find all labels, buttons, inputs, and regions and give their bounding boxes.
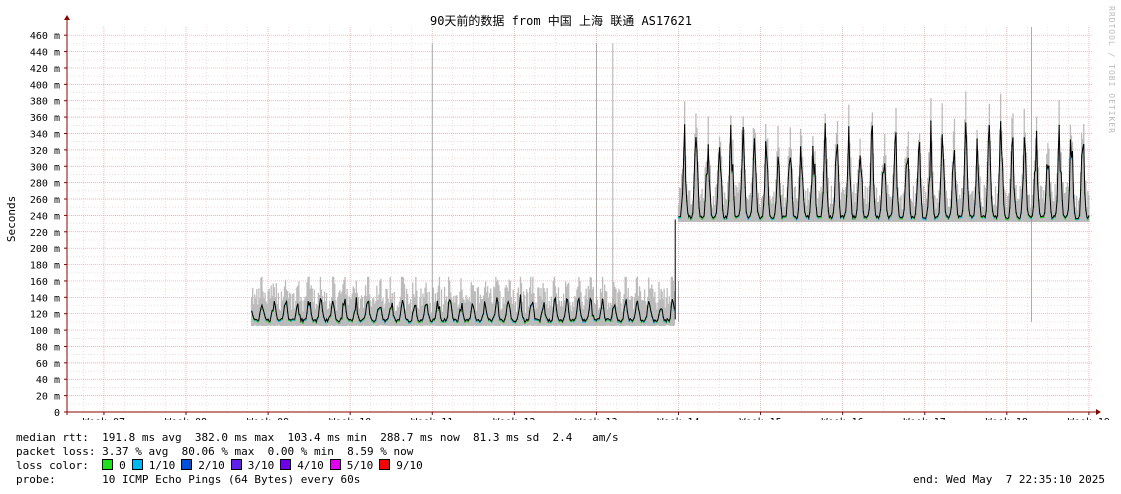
y-tick-label: 40 m	[36, 375, 60, 386]
y-tick-labels: 0 20 m 40 m 60 m 80 m 100 m 120 m 140 m 160 m 180…	[30, 31, 67, 419]
loss-color-item: 5/10	[329, 459, 374, 472]
x-tick-labels: Week 07 Week 08 Week 09 Week 10 Week 11 Week …	[83, 412, 1110, 420]
loss-color-swatch	[181, 459, 193, 470]
loss-color-item-label: 2/10	[198, 459, 225, 472]
x-tick-label: Week 07	[83, 417, 125, 420]
x-tick-label: Week 13	[575, 417, 617, 420]
y-tick-label: 220 m	[30, 228, 60, 239]
watermark: RRDTOOL / TOBI OETIKER	[1107, 6, 1116, 134]
end-time: end: Wed May 7 22:35:10 2025	[912, 473, 1105, 486]
loss-color-label: loss color:	[16, 459, 89, 472]
y-tick-label: 0	[54, 408, 60, 419]
y-tick-label: 400 m	[30, 80, 60, 91]
x-tick-label: Week 18	[986, 417, 1028, 420]
x-tick-label: Week 10	[329, 417, 371, 420]
probe-label: probe:	[16, 473, 56, 486]
x-tick-label: Week 08	[165, 417, 207, 420]
x-tick-label: Week 15	[739, 417, 781, 420]
y-tick-label: 380 m	[30, 97, 60, 108]
probe-row: probe: 10 ICMP Echo Pings (64 Bytes) eve…	[16, 473, 360, 487]
latency-chart: 90天前的数据 from 中国 上海 联通 AS17621 Seconds 0 2…	[5, 13, 1110, 420]
y-tick-label: 440 m	[30, 48, 60, 59]
y-tick-label: 360 m	[30, 113, 60, 124]
y-tick-label: 80 m	[36, 342, 60, 353]
loss-color-item-label: 3/10	[247, 459, 275, 472]
median-rtt-values: 191.8 ms avg 382.0 ms max 103.4 ms min 2…	[102, 431, 619, 444]
loss-color-item: 4/10	[280, 459, 324, 472]
loss-color-item: 0	[102, 459, 126, 472]
median-rtt-row: median rtt: 191.8 ms avg 382.0 ms max 10…	[16, 431, 619, 445]
x-axis-arrow	[1096, 409, 1101, 415]
x-tick-label: Week 09	[247, 417, 289, 420]
y-tick-label: 100 m	[30, 326, 60, 337]
x-tick-label: Week 17	[904, 417, 946, 420]
y-tick-label: 180 m	[30, 261, 60, 272]
y-tick-label: 420 m	[30, 64, 60, 75]
loss-color-item-label: 0	[119, 459, 126, 472]
loss-mark	[308, 305, 310, 308]
y-tick-label: 200 m	[30, 244, 60, 255]
chart-title: 90天前的数据 from 中国 上海 联通 AS17621	[430, 13, 692, 28]
y-tick-label: 320 m	[30, 146, 60, 157]
y-tick-label: 460 m	[30, 31, 60, 42]
loss-color-item-label: 4/10	[297, 459, 324, 472]
y-tick-label: 300 m	[30, 162, 60, 173]
loss-color-swatch	[329, 459, 341, 470]
probe-text: 10 ICMP Echo Pings (64 Bytes) every 60s	[102, 473, 361, 486]
loss-mark	[813, 175, 815, 177]
y-tick-label: 60 m	[36, 359, 60, 370]
loss-color-swatch	[379, 459, 391, 470]
loss-mark	[437, 309, 440, 311]
x-tick-label: Week 19	[1068, 417, 1110, 420]
y-axis-label: Seconds	[5, 196, 18, 242]
x-tick-label: Week 16	[822, 417, 864, 420]
loss-color-item-label: 1/10	[148, 459, 176, 472]
y-tick-label: 20 m	[36, 392, 60, 403]
loss-color-item: 2/10	[181, 459, 225, 472]
y-tick-label: 160 m	[30, 277, 60, 288]
loss-mark	[731, 171, 733, 174]
y-tick-label: 240 m	[30, 211, 60, 222]
loss-color-item: 1/10	[131, 459, 176, 472]
y-tick-label: 140 m	[30, 293, 60, 304]
x-tick-label: Week 14	[657, 417, 699, 420]
loss-mark	[1070, 157, 1073, 160]
packet-loss-label: packet loss:	[16, 445, 96, 458]
y-tick-label: 280 m	[30, 179, 60, 190]
packet-loss-row: packet loss: 3.37 % avg 80.06 % max 0.00…	[16, 445, 413, 459]
y-tick-label: 120 m	[30, 310, 60, 321]
loss-color-item-label: 9/10	[396, 459, 423, 472]
median-rtt-label: median rtt:	[16, 431, 89, 444]
x-tick-label: Week 11	[411, 417, 453, 420]
loss-color-items: 0 1/10 2/10 3/10 4/10 5/10 9/10	[102, 459, 429, 472]
packet-loss-values: 3.37 % avg 80.06 % max 0.00 % min 8.59 %…	[102, 445, 414, 458]
loss-color-swatch	[230, 459, 242, 470]
loss-color-item-label: 5/10	[346, 459, 374, 472]
loss-color-item: 9/10	[379, 459, 423, 472]
y-tick-label: 340 m	[30, 129, 60, 140]
loss-color-item: 3/10	[230, 459, 275, 472]
y-tick-label: 260 m	[30, 195, 60, 206]
y-axis-arrow	[64, 15, 70, 20]
loss-color-swatch	[280, 459, 292, 470]
loss-color-swatch	[131, 459, 143, 470]
loss-color-swatch	[102, 459, 114, 470]
x-tick-label: Week 12	[493, 417, 535, 420]
loss-color-row: loss color: 0 1/10 2/10 3/10 4/10 5/10 9/10	[16, 459, 429, 473]
